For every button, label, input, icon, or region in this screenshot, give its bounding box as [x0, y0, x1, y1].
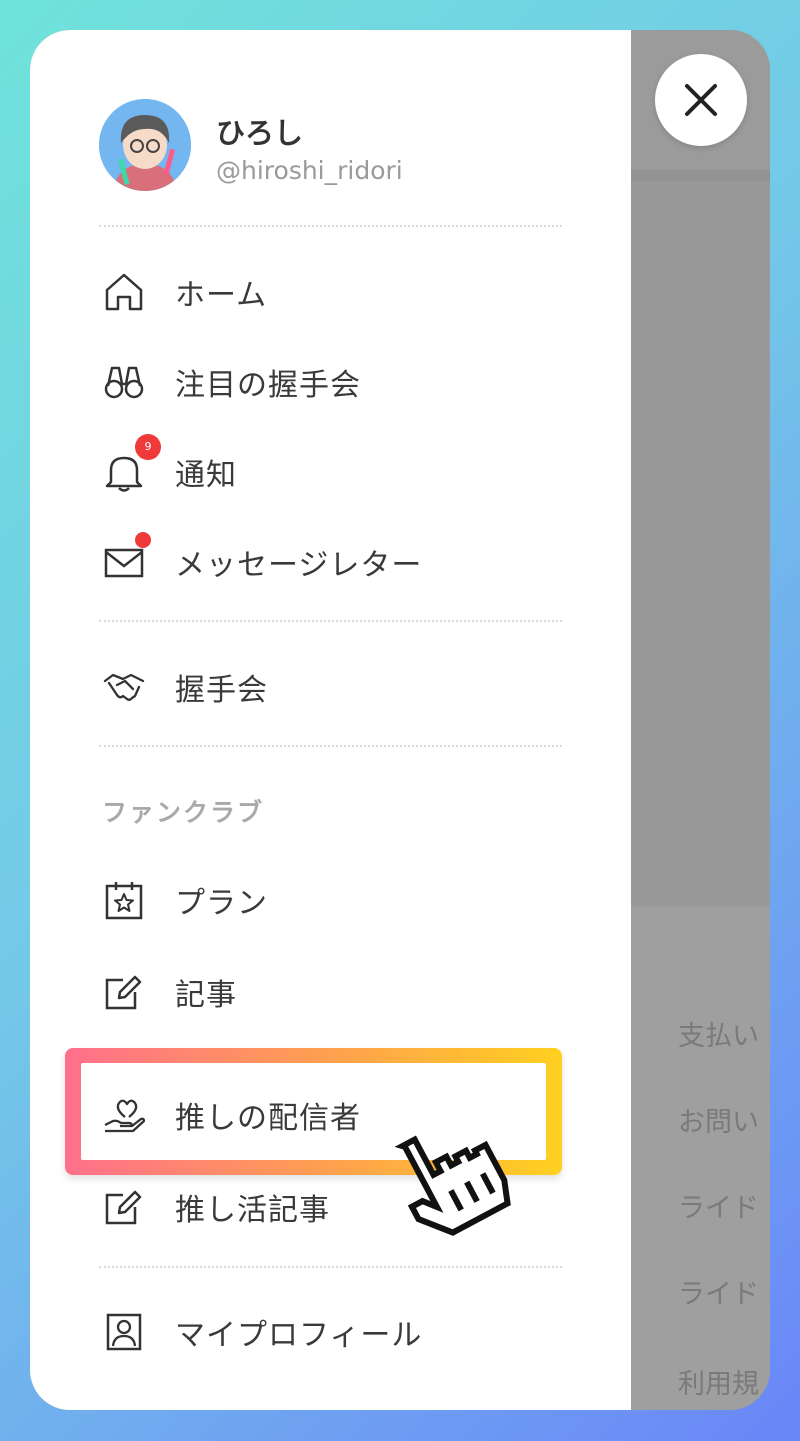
- profile-icon: [106, 1313, 142, 1351]
- menu-item-notifications[interactable]: 9 通知: [99, 434, 579, 500]
- divider: [99, 745, 562, 747]
- background-link-guide-2: ライド: [678, 1279, 759, 1310]
- menu-item-home[interactable]: ホーム: [99, 260, 579, 320]
- bell-icon: [105, 456, 143, 492]
- background-link-payment: 支払い: [678, 1021, 759, 1052]
- menu-label-handshake-events: 握手会: [175, 673, 268, 708]
- divider: [99, 225, 562, 227]
- heart-in-hand-icon: [104, 1099, 145, 1133]
- close-button[interactable]: [655, 54, 747, 146]
- calendar-star-icon: [105, 882, 143, 920]
- user-name: ひろし: [216, 116, 304, 150]
- menu-label-message-letters: メッセージレター: [175, 548, 423, 583]
- envelope-icon: [104, 548, 144, 578]
- notification-count-badge: 9: [135, 434, 161, 460]
- close-icon: [685, 84, 717, 116]
- home-icon: [105, 273, 143, 311]
- background-link-guide-1: ライド: [678, 1193, 759, 1224]
- menu-label-home: ホーム: [175, 278, 268, 313]
- side-drawer: ひろし @hiroshi_ridori ホーム 注目の握手会 9 通知 メッセー…: [30, 30, 631, 1410]
- avatar[interactable]: [99, 99, 191, 191]
- binoculars-icon: [104, 366, 144, 399]
- menu-item-message-letters[interactable]: メッセージレター: [99, 530, 579, 590]
- menu-label-favorite-streamers: 推しの配信者: [175, 1101, 361, 1136]
- pointer-hand-icon: [394, 1135, 511, 1236]
- menu-item-featured-handshake[interactable]: 注目の握手会: [99, 350, 579, 410]
- avatar-illustration: [99, 99, 191, 191]
- unread-dot: [135, 532, 151, 548]
- menu-label-oshi-articles: 推し活記事: [175, 1193, 330, 1228]
- menu-label-plan: プラン: [175, 886, 268, 921]
- background-link-contact: お問い: [678, 1107, 759, 1138]
- user-handle: @hiroshi_ridori: [216, 156, 403, 185]
- divider: [99, 1266, 562, 1268]
- menu-label-notifications: 通知: [175, 458, 237, 493]
- edit-icon: [105, 975, 142, 1010]
- menu-item-plan[interactable]: プラン: [99, 868, 579, 928]
- menu-label-articles: 記事: [175, 978, 237, 1013]
- background-link-terms: 利用規: [678, 1369, 759, 1400]
- divider: [99, 620, 562, 622]
- phone-screen: 支払い お問い ライド ライド 利用規 ひろし @hiroshi_ridori: [30, 30, 770, 1410]
- menu-item-articles[interactable]: 記事: [99, 960, 579, 1020]
- edit-icon: [105, 1190, 142, 1225]
- fanclub-section-heading: ファンクラブ: [102, 798, 265, 827]
- menu-label-my-profile: マイプロフィール: [175, 1318, 423, 1353]
- menu-label-featured-handshake: 注目の握手会: [175, 368, 361, 403]
- handshake-icon: [103, 673, 145, 701]
- menu-item-handshake-events[interactable]: 握手会: [99, 655, 579, 715]
- menu-item-my-profile[interactable]: マイプロフィール: [99, 1300, 579, 1360]
